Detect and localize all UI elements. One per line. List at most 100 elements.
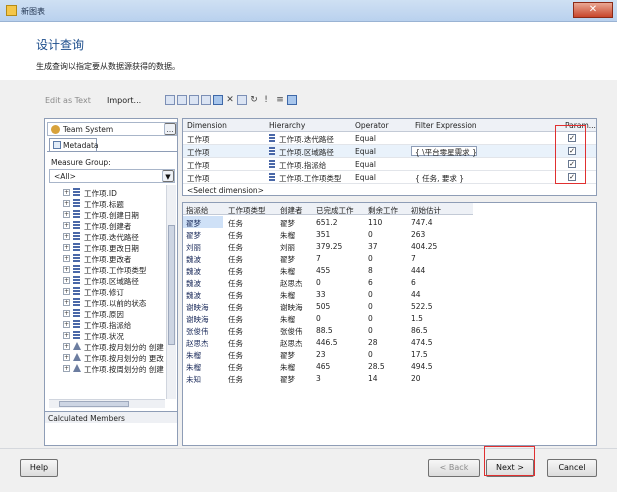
table-row[interactable]: 魏波 任务 朱榴 33 0 44	[183, 288, 473, 300]
import-button[interactable]: Import...	[107, 96, 141, 105]
cube-icon[interactable]: ↻	[249, 95, 259, 105]
expand-icon[interactable]: +	[63, 244, 70, 251]
tree-item[interactable]: + 工作项.创建者	[49, 220, 175, 231]
ellipsis-button[interactable]: …	[164, 123, 176, 135]
filter-row[interactable]: 工作项 工作项.指派给 Equal ✓	[183, 158, 596, 171]
tree-item[interactable]: + 工作项.修订	[49, 286, 175, 297]
tree-item[interactable]: + 工作项.以前的状态	[49, 297, 175, 308]
filter-expression-cell[interactable]: { 任务, 要求 }	[415, 173, 464, 184]
expand-icon[interactable]: +	[63, 354, 70, 361]
expand-icon[interactable]: +	[63, 189, 70, 196]
filter-expression-cell[interactable]: { \平台零星需求 }	[415, 147, 477, 158]
column-header[interactable]: Hierarchy	[269, 121, 305, 130]
tree-item[interactable]: + 工作项.按周划分的 创建	[49, 363, 175, 374]
operator-cell[interactable]: Equal	[355, 147, 376, 156]
hierarchy-cell[interactable]: 工作项.指派给	[279, 160, 326, 171]
filter-row[interactable]: 工作项 工作项.区域路径 Equal{ \平台零星需求 } ✓	[183, 145, 596, 158]
auto-execute-icon[interactable]	[213, 95, 223, 105]
tab-metadata[interactable]: Metadata	[49, 138, 99, 151]
expand-icon[interactable]: +	[63, 321, 70, 328]
operator-cell[interactable]: Equal	[355, 134, 376, 143]
table-row[interactable]: 谢映海 任务 朱榴 0 0 1.5	[183, 312, 473, 324]
filter-row[interactable]: 工作项 工作项.工作项类型 Equal{ 任务, 要求 } ✓	[183, 171, 596, 184]
expand-icon[interactable]: +	[63, 266, 70, 273]
column-header[interactable]: Operator	[355, 121, 389, 130]
help-button[interactable]: Help	[20, 459, 58, 477]
tree-item[interactable]: + 工作项.状况	[49, 330, 175, 341]
tree-item[interactable]: + 工作项.指派给	[49, 319, 175, 330]
cancel-button[interactable]: Cancel	[547, 459, 597, 477]
expand-icon[interactable]: +	[63, 211, 70, 218]
operator-cell[interactable]: Equal	[355, 160, 376, 169]
refresh-fields-icon[interactable]	[165, 95, 175, 105]
edit-as-text-button[interactable]: Edit as Text	[45, 96, 91, 105]
calculated-member-icon[interactable]	[237, 95, 247, 105]
expand-icon[interactable]: +	[63, 365, 70, 372]
column-header[interactable]: 指派给	[186, 205, 209, 216]
scroll-thumb[interactable]	[59, 401, 129, 407]
expand-icon[interactable]: +	[63, 233, 70, 240]
dimension-cell[interactable]: 工作项	[187, 147, 210, 158]
tree-item[interactable]: + 工作项.区域路径	[49, 275, 175, 286]
tree-item[interactable]: + 工作项.原因	[49, 308, 175, 319]
table-row[interactable]: 朱榴 任务 朱榴 465 28.5 494.5	[183, 360, 473, 372]
scroll-thumb[interactable]	[168, 225, 175, 345]
tree-item[interactable]: + 工作项.按月划分的 更改	[49, 352, 175, 363]
expand-icon[interactable]: +	[63, 222, 70, 229]
select-dimension-row[interactable]: <Select dimension>	[183, 184, 596, 197]
cube-selector[interactable]: Team System …	[47, 122, 177, 136]
dimension-cell[interactable]: 工作项	[187, 173, 210, 184]
filter-icon[interactable]	[189, 95, 199, 105]
table-row[interactable]: 朱榴 任务 翟梦 23 0 17.5	[183, 348, 473, 360]
operator-cell[interactable]: Equal	[355, 173, 376, 182]
delete-icon[interactable]: ✕	[225, 95, 235, 105]
dimension-icon[interactable]	[177, 95, 187, 105]
design-mode-icon[interactable]	[287, 95, 297, 105]
hierarchy-cell[interactable]: 工作项.迭代路径	[279, 134, 334, 145]
table-row[interactable]: 魏波 任务 朱榴 455 8 444	[183, 264, 473, 276]
tree-item[interactable]: + 工作项.更改日期	[49, 242, 175, 253]
table-row[interactable]: 未知 任务 翟梦 3 14 20	[183, 372, 473, 384]
exclamation-icon[interactable]: !	[261, 95, 271, 105]
column-header[interactable]: Filter Expression	[415, 121, 477, 130]
tree-item[interactable]: + 工作项.ID	[49, 187, 175, 198]
table-row[interactable]: 刘丽 任务 刘丽 379.25 37 404.25	[183, 240, 473, 252]
table-row[interactable]: 赵思杰 任务 赵思杰 446.5 28 474.5	[183, 336, 473, 348]
tree-item[interactable]: + 工作项.工作项类型	[49, 264, 175, 275]
dimension-cell[interactable]: 工作项	[187, 134, 210, 145]
tree-item[interactable]: + 工作项.按月划分的 创建	[49, 341, 175, 352]
table-row[interactable]: 翟梦 任务 朱榴 351 0 263	[183, 228, 473, 240]
hierarchy-cell[interactable]: 工作项.工作项类型	[279, 173, 341, 184]
tree-item[interactable]: + 工作项.迭代路径	[49, 231, 175, 242]
table-row[interactable]: 张俊伟 任务 张俊伟 88.5 0 86.5	[183, 324, 473, 336]
expand-icon[interactable]: +	[63, 277, 70, 284]
expand-icon[interactable]: +	[63, 255, 70, 262]
column-header[interactable]: 创建者	[280, 205, 303, 216]
expand-icon[interactable]: +	[63, 288, 70, 295]
result-grid[interactable]: 指派给 工作项类型 创建者 已完成工作 剩余工作 初始估计 翟梦 任务 翟梦 651.…	[182, 202, 597, 446]
column-header[interactable]: 工作项类型	[228, 205, 266, 216]
tree-item[interactable]: + 工作项.更改者	[49, 253, 175, 264]
expand-icon[interactable]: +	[63, 200, 70, 207]
column-header[interactable]: 剩余工作	[368, 205, 398, 216]
expand-icon[interactable]: +	[63, 332, 70, 339]
close-button[interactable]: ✕	[573, 2, 613, 18]
dimension-cell[interactable]: 工作项	[187, 160, 210, 171]
show-empty-cells-icon[interactable]	[201, 95, 211, 105]
hierarchy-cell[interactable]: 工作项.区域路径	[279, 147, 334, 158]
expand-icon[interactable]: +	[63, 310, 70, 317]
expand-icon[interactable]: +	[63, 299, 70, 306]
table-row[interactable]: 魏波 任务 翟梦 7 0 7	[183, 252, 473, 264]
table-row[interactable]: 谢映海 任务 谢映海 505 0 522.5	[183, 300, 473, 312]
measure-group-select[interactable]: <All> ▼	[49, 169, 175, 183]
list-icon[interactable]: ≡	[275, 95, 285, 105]
tree-item[interactable]: + 工作项.标题	[49, 198, 175, 209]
filter-row[interactable]: 工作项 工作项.迭代路径 Equal ✓	[183, 132, 596, 145]
tree-horizontal-scrollbar[interactable]	[49, 399, 165, 408]
column-header[interactable]: 初始估计	[411, 205, 441, 216]
tree-vertical-scrollbar[interactable]	[166, 185, 176, 399]
metadata-tree[interactable]: + 工作项.ID + 工作项.标题 + 工作项.创建日期 + 工作项.创建者 + 工作项.迭代路径…	[49, 187, 175, 399]
back-button[interactable]: < Back	[428, 459, 480, 477]
tree-item[interactable]: + 工作项.创建日期	[49, 209, 175, 220]
column-header[interactable]: 已完成工作	[316, 205, 354, 216]
